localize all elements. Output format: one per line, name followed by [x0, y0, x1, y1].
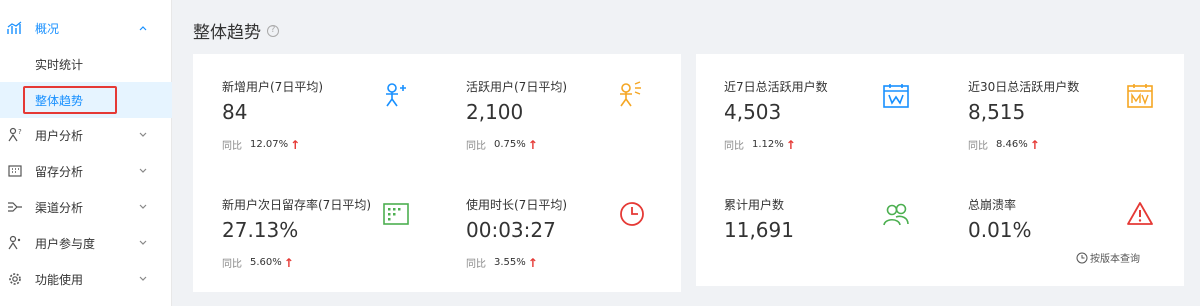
chevron-up-icon	[137, 22, 149, 34]
metric-usage-duration: 使用时长(7日平均) 00:03:27 同比 3.55% ↑	[466, 196, 666, 276]
warning-icon	[1126, 200, 1154, 228]
comparison-label: 同比	[222, 141, 242, 152]
metric-comparison: 同比 12.07% ↑	[222, 137, 301, 153]
chevron-down-icon	[137, 273, 149, 285]
comparison-label: 同比	[724, 141, 744, 152]
help-icon[interactable]: ?	[267, 24, 279, 37]
sidebar-subitem-label: 整体趋势	[35, 94, 84, 108]
comparison-percent: 0.75%	[494, 139, 526, 150]
metric-label: 近30日总活跃用户数	[968, 80, 1080, 94]
svg-text:?: ?	[18, 128, 22, 136]
arrow-up-icon: ↑	[785, 137, 796, 152]
page-title-text: 整体趋势	[193, 23, 261, 43]
metrics-card-right: 近7日总活跃用户数 4,503 同比 1.12% ↑ 近30日总活跃用户数 8,…	[696, 54, 1184, 286]
arrow-up-icon: ↑	[283, 255, 294, 270]
channel-split-icon	[7, 199, 23, 215]
sidebar-item-label: 概况	[35, 21, 60, 36]
comparison-percent: 8.46%	[996, 139, 1028, 150]
sidebar-item-label: 功能使用	[35, 272, 84, 287]
chart-line-icon	[7, 20, 23, 36]
metric-active-users: 活跃用户(7日平均) 2,100 同比 0.75% ↑	[466, 78, 666, 158]
version-query-label: 按版本查询	[1090, 254, 1140, 265]
chevron-down-icon	[137, 165, 149, 177]
month-calendar-icon	[1126, 82, 1154, 110]
metric-value: 11,691	[724, 218, 794, 242]
metric-value: 2,100	[466, 100, 524, 124]
sidebar: 概况 实时统计 整体趋势 ? 用户分析 留存分析 渠道分析 用户参与度 功能使用	[0, 0, 172, 306]
metric-total-users: 累计用户数 11,691	[724, 196, 934, 276]
metric-value: 84	[222, 100, 248, 124]
metric-value: 0.01%	[968, 218, 1032, 242]
sidebar-item-user-analysis[interactable]: ? 用户分析	[0, 117, 172, 153]
comparison-label: 同比	[466, 141, 486, 152]
sidebar-item-label: 用户分析	[35, 128, 84, 143]
sidebar-subitem-realtime[interactable]: 实时统计	[0, 46, 172, 82]
arrow-up-icon: ↑	[290, 137, 301, 152]
calendar-grid-icon	[7, 163, 23, 179]
metrics-card-left: 新增用户(7日平均) 84 同比 12.07% ↑ 活跃用户(7日平均) 2,1…	[193, 54, 681, 292]
chevron-down-icon	[137, 237, 149, 249]
metric-label: 新增用户(7日平均)	[222, 80, 323, 94]
metric-comparison: 同比 8.46% ↑	[968, 137, 1040, 153]
comparison-label: 同比	[222, 259, 242, 270]
comparison-percent: 3.55%	[494, 257, 526, 268]
sidebar-item-features[interactable]: 功能使用	[0, 261, 172, 297]
sidebar-subitem-overall-trend[interactable]: 整体趋势	[0, 82, 172, 118]
metric-label: 活跃用户(7日平均)	[466, 80, 567, 94]
comparison-percent: 5.60%	[250, 257, 282, 268]
user-question-icon: ?	[7, 127, 23, 143]
sidebar-item-label: 用户参与度	[35, 236, 96, 251]
users-group-icon	[882, 200, 910, 228]
comparison-label: 同比	[968, 141, 988, 152]
gear-icon	[7, 271, 23, 287]
page-title: 整体趋势 ?	[193, 18, 279, 43]
comparison-percent: 1.12%	[752, 139, 784, 150]
user-engagement-icon	[7, 235, 23, 251]
metric-30day-active: 近30日总活跃用户数 8,515 同比 8.46% ↑	[968, 78, 1178, 158]
sidebar-item-overview[interactable]: 概况	[0, 10, 172, 46]
sidebar-item-channel[interactable]: 渠道分析	[0, 189, 172, 225]
sidebar-item-label: 渠道分析	[35, 200, 84, 215]
metric-label: 累计用户数	[724, 198, 785, 212]
metric-value: 00:03:27	[466, 218, 556, 242]
version-query-link[interactable]: 按版本查询	[1076, 250, 1140, 265]
metric-value: 27.13%	[222, 218, 299, 242]
sidebar-subitem-label: 实时统计	[35, 58, 84, 72]
add-user-icon	[382, 80, 410, 108]
chevron-down-icon	[137, 129, 149, 141]
metric-retention: 新用户次日留存率(7日平均) 27.13% 同比 5.60% ↑	[222, 196, 442, 276]
clock-icon	[1076, 252, 1088, 263]
sidebar-item-label: 留存分析	[35, 164, 84, 179]
metric-label: 近7日总活跃用户数	[724, 80, 828, 94]
sidebar-item-engagement[interactable]: 用户参与度	[0, 225, 172, 261]
chevron-down-icon	[137, 201, 149, 213]
metric-comparison: 同比 0.75% ↑	[466, 137, 538, 153]
arrow-up-icon: ↑	[527, 137, 538, 152]
metric-value: 8,515	[968, 100, 1026, 124]
metric-label: 总崩溃率	[968, 198, 1017, 212]
arrow-up-icon: ↑	[527, 255, 538, 270]
retention-grid-icon	[382, 200, 410, 228]
metric-comparison: 同比 3.55% ↑	[466, 255, 538, 271]
metric-label: 新用户次日留存率(7日平均)	[222, 198, 371, 212]
metric-label: 使用时长(7日平均)	[466, 198, 567, 212]
active-user-icon	[616, 80, 644, 108]
arrow-up-icon: ↑	[1029, 137, 1040, 152]
comparison-percent: 12.07%	[250, 139, 289, 150]
week-calendar-icon	[882, 82, 910, 110]
metric-new-users: 新增用户(7日平均) 84 同比 12.07% ↑	[222, 78, 432, 158]
comparison-label: 同比	[466, 259, 486, 270]
clock-icon	[618, 200, 646, 228]
metric-value: 4,503	[724, 100, 782, 124]
metric-7day-active: 近7日总活跃用户数 4,503 同比 1.12% ↑	[724, 78, 934, 158]
metric-comparison: 同比 1.12% ↑	[724, 137, 796, 153]
metric-comparison: 同比 5.60% ↑	[222, 255, 294, 271]
sidebar-item-retention[interactable]: 留存分析	[0, 153, 172, 189]
metric-crash-rate: 总崩溃率 0.01%	[968, 196, 1178, 276]
